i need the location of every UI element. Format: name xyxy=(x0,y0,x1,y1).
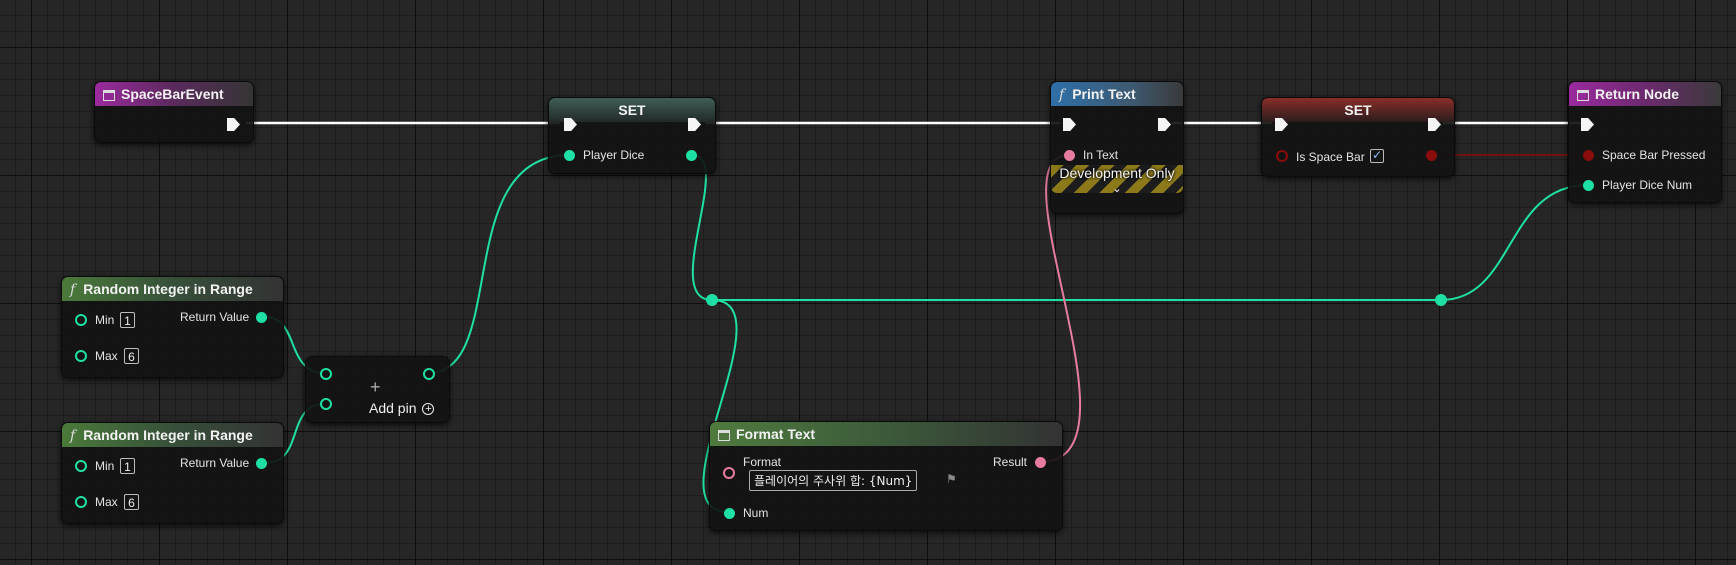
space-bar-pressed-pin[interactable] xyxy=(1583,150,1594,161)
function-icon: f xyxy=(70,282,76,298)
node-title: SET xyxy=(1344,102,1372,118)
return-value-pin[interactable] xyxy=(256,458,267,469)
add-plus-icon: + xyxy=(370,377,381,397)
format-icon xyxy=(718,430,730,441)
node-header: f Random Integer in Range xyxy=(62,423,283,447)
min-pin[interactable] xyxy=(75,460,87,472)
node-title: SpaceBarEvent xyxy=(121,86,224,102)
add-in-pin-b[interactable] xyxy=(320,398,332,410)
set-player-dice-node[interactable]: SET Player Dice xyxy=(548,97,716,174)
min-pin[interactable] xyxy=(75,314,87,326)
add-pin-label: Add pin xyxy=(369,400,417,416)
node-header: Return Node xyxy=(1569,82,1721,106)
return-icon xyxy=(1577,90,1589,101)
print-text-node[interactable]: f Print Text In Text Development Only ⌄ xyxy=(1050,81,1184,214)
pin-label: Format xyxy=(743,455,782,469)
int-wire-add-to-set xyxy=(427,154,571,374)
add-node[interactable]: + Add pin + xyxy=(305,356,450,423)
max-pin[interactable] xyxy=(75,350,87,362)
num-pin[interactable] xyxy=(724,508,735,519)
function-icon: f xyxy=(70,428,76,444)
flag-icon[interactable]: ⚑ xyxy=(946,472,957,486)
node-title: Format Text xyxy=(736,426,816,442)
pin-label: Player Dice xyxy=(583,148,645,162)
add-in-pin-a[interactable] xyxy=(320,368,332,380)
add-circle-icon: + xyxy=(422,403,435,415)
format-pin[interactable] xyxy=(723,467,735,479)
node-header: f Print Text xyxy=(1051,82,1183,106)
pin-label: Min xyxy=(95,459,115,473)
is-space-bar-in-pin[interactable] xyxy=(1276,150,1288,162)
pin-label: Player Dice Num xyxy=(1602,178,1693,192)
pin-label: Space Bar Pressed xyxy=(1602,148,1706,162)
reroute-knot-right[interactable] xyxy=(1435,294,1447,306)
random-integer-node-1[interactable]: f Random Integer in Range Min 1 Return Va… xyxy=(61,276,284,378)
max-value-input[interactable]: 6 xyxy=(124,494,139,510)
reroute-knot-left[interactable] xyxy=(706,294,718,306)
pin-label: Is Space Bar xyxy=(1296,150,1365,164)
format-text-node[interactable]: Format Text Format 플레이어의 주사위 합: {Num} ⚑ … xyxy=(709,421,1063,531)
return-node[interactable]: Return Node Space Bar Pressed Player Dic… xyxy=(1568,81,1722,203)
min-value-input[interactable]: 1 xyxy=(120,458,135,474)
max-pin[interactable] xyxy=(75,496,87,508)
chevron-down-icon[interactable]: ⌄ xyxy=(1051,182,1183,195)
node-title: Random Integer in Range xyxy=(83,281,253,297)
check-icon: ✓ xyxy=(1372,148,1383,162)
player-dice-num-pin[interactable] xyxy=(1583,180,1594,191)
is-space-bar-out-pin[interactable] xyxy=(1426,150,1437,161)
development-only-label: Development Only xyxy=(1059,165,1175,181)
in-text-pin[interactable] xyxy=(1064,150,1075,161)
node-header: SET xyxy=(1262,98,1454,122)
node-title: Return Node xyxy=(1595,86,1679,102)
function-icon: f xyxy=(1059,87,1065,103)
min-value-input[interactable]: 1 xyxy=(120,312,135,328)
set-is-space-bar-node[interactable]: SET Is Space Bar ✓ xyxy=(1261,97,1455,177)
pin-label: Max xyxy=(95,349,118,363)
result-pin[interactable] xyxy=(1035,457,1046,468)
random-integer-node-2[interactable]: f Random Integer in Range Min 1 Return Va… xyxy=(61,422,284,524)
node-title: Print Text xyxy=(1072,86,1136,102)
spacebar-event-node[interactable]: SpaceBarEvent xyxy=(94,81,254,143)
node-header: Format Text xyxy=(710,422,1062,446)
exec-out-pin[interactable] xyxy=(1158,118,1171,131)
node-title: Random Integer in Range xyxy=(83,427,253,443)
pin-label: Num xyxy=(743,506,769,520)
add-out-pin[interactable] xyxy=(423,368,435,380)
format-value-input[interactable]: 플레이어의 주사위 합: {Num} xyxy=(749,470,918,491)
exec-in-pin[interactable] xyxy=(1063,118,1076,131)
pin-label: Min xyxy=(95,313,115,327)
exec-in-pin[interactable] xyxy=(1581,118,1594,131)
return-value-pin[interactable] xyxy=(256,312,267,323)
exec-out-pin[interactable] xyxy=(227,118,240,131)
player-dice-out-pin[interactable] xyxy=(686,150,697,161)
event-icon xyxy=(103,90,115,101)
node-title: SET xyxy=(618,102,646,118)
int-wire-reroute-to-return xyxy=(1440,184,1589,301)
result-label: Result xyxy=(993,455,1028,469)
player-dice-in-pin[interactable] xyxy=(564,150,575,161)
node-header: f Random Integer in Range xyxy=(62,277,283,301)
pin-label: In Text xyxy=(1083,148,1119,162)
return-value-label: Return Value xyxy=(180,310,250,324)
add-pin-button[interactable]: Add pin + xyxy=(369,400,435,416)
pin-label: Max xyxy=(95,495,118,509)
max-value-input[interactable]: 6 xyxy=(124,348,139,364)
int-wire-set-to-reroute xyxy=(691,154,713,301)
return-value-label: Return Value xyxy=(180,456,250,470)
node-header: SpaceBarEvent xyxy=(95,82,253,106)
is-space-bar-checkbox[interactable]: ✓ xyxy=(1370,148,1384,163)
